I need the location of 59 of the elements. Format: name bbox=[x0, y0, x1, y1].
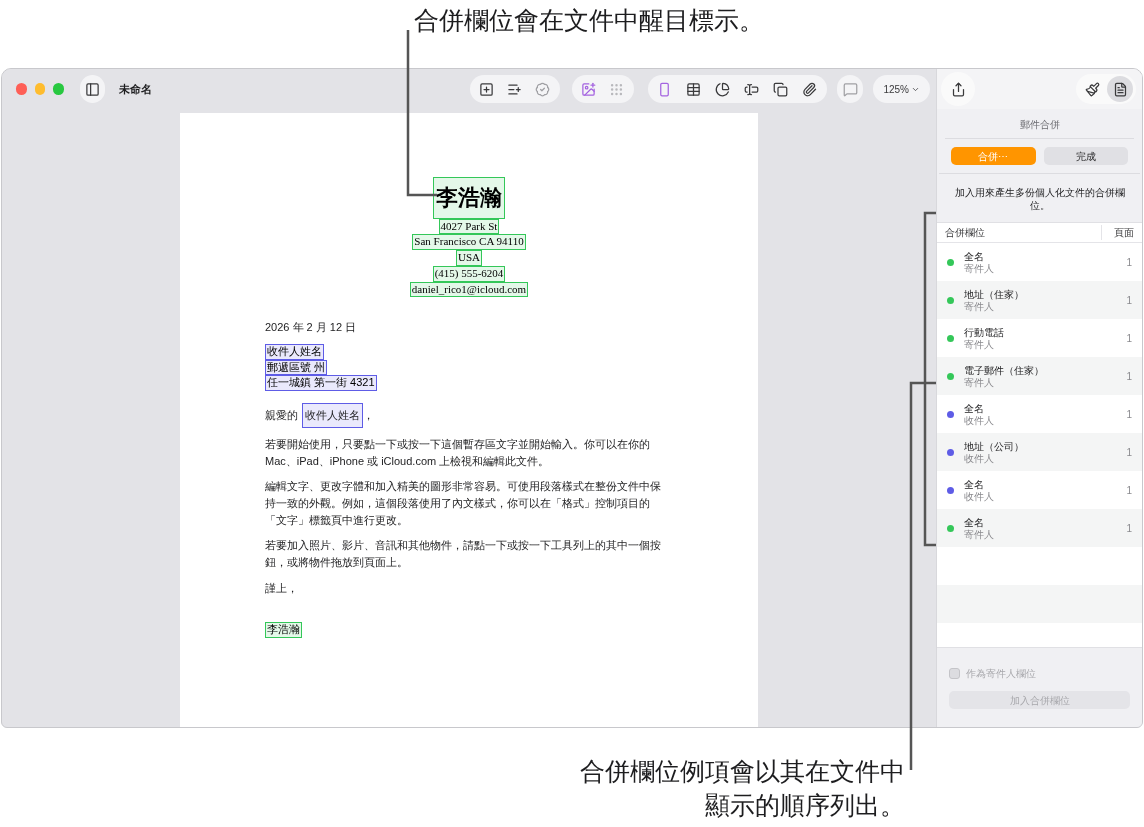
field-source: 收件人 bbox=[964, 490, 994, 502]
page-number: 1 bbox=[1126, 255, 1132, 270]
page-number: 1 bbox=[1126, 407, 1132, 422]
field-source: 收件人 bbox=[964, 414, 994, 426]
body-paragraph: 若要開始使用，只要點一下或按一下這個暫存區文字並開始輸入。你可以在你的 Mac、iPad、iPhone 或 iCloud.com 上檢視和編輯此文件。 bbox=[265, 436, 651, 469]
merge-field[interactable]: 李浩瀚 bbox=[265, 622, 302, 638]
field-name: 全名 bbox=[964, 516, 985, 529]
field-source: 寄件人 bbox=[964, 300, 995, 312]
body-paragraph: 編輯文字、更改字體和加入精美的圖形非常容易。可使用段落樣式在整份文件中保持一致的外觀。例如，這個段落使用了內文樣式，你可以在「格式」控制項目的「文字」標籤頁中進行更改。 bbox=[265, 478, 661, 528]
zoom-menu[interactable]: 125% bbox=[873, 75, 930, 103]
field-name: 行動電話 bbox=[964, 326, 1004, 338]
merge-field[interactable]: San Francisco CA 94110 bbox=[412, 234, 526, 250]
merge-field[interactable]: 收件人姓名 bbox=[302, 403, 363, 428]
field-name: 全名 bbox=[964, 250, 985, 263]
callout-text: 合併欄位例項會以其在文件中顯示的順序列出。 bbox=[579, 756, 905, 821]
column-header: 合併欄位 bbox=[945, 226, 985, 240]
merge-field[interactable]: 李浩瀚 bbox=[433, 177, 505, 219]
panel-description: 加入用來產生多份個人化文件的合併欄位。 bbox=[953, 186, 1126, 213]
field-source: 寄件人 bbox=[964, 528, 994, 540]
merge-field-row[interactable]: 全名 寄件人 1 bbox=[937, 509, 1142, 547]
page-number: 1 bbox=[1126, 521, 1132, 536]
merge-field[interactable]: USA bbox=[456, 250, 482, 266]
merge-field[interactable]: daniel_rico1@icloud.com bbox=[409, 281, 529, 298]
page-number: 1 bbox=[1126, 445, 1132, 460]
merge-field[interactable]: 收件人姓名 bbox=[265, 343, 324, 360]
merge-field[interactable]: 4027 Park St bbox=[438, 218, 500, 235]
merge-field-row[interactable]: 電子郵件（住家） 寄件人 1 bbox=[937, 357, 1142, 395]
field-source: 寄件人 bbox=[964, 376, 995, 388]
greeting-text: 親愛的 bbox=[265, 408, 298, 423]
merge-field-row[interactable]: 地址（公司） 收件人 1 bbox=[937, 433, 1142, 471]
field-source: 寄件人 bbox=[964, 338, 994, 350]
field-name: 地址（公司） bbox=[964, 440, 1024, 453]
closing-text: 謹上， bbox=[265, 580, 299, 596]
document-icon[interactable] bbox=[1107, 76, 1133, 102]
column-header: 頁面 bbox=[1101, 225, 1134, 240]
page-number: 1 bbox=[1126, 483, 1132, 498]
share-icon[interactable] bbox=[941, 72, 975, 106]
merge-field-row[interactable]: 地址（住家） 寄件人 1 bbox=[937, 281, 1142, 319]
date-text: 2026 年 2 月 12 日 bbox=[265, 320, 358, 336]
panel-title: 郵件合併 bbox=[945, 109, 1134, 139]
merge-field[interactable]: 郵遞區號 州 bbox=[265, 359, 328, 376]
window-title: 未命名 bbox=[118, 81, 152, 97]
greeting-text: ， bbox=[363, 408, 374, 423]
field-name: 全名 bbox=[964, 402, 985, 415]
sidebar-toggle-icon[interactable] bbox=[79, 75, 105, 103]
page-number: 1 bbox=[1126, 293, 1132, 308]
field-name: 地址（住家） bbox=[964, 288, 1024, 301]
merge-field[interactable]: 任一城鎮 第一街 4321 bbox=[265, 375, 377, 391]
field-source: 收件人 bbox=[964, 452, 995, 464]
field-source: 寄件人 bbox=[964, 262, 994, 274]
page-number: 1 bbox=[1126, 369, 1132, 384]
field-name: 電子郵件（住家） bbox=[964, 364, 1044, 377]
checkbox-label: 作為寄件人欄位 bbox=[966, 667, 1036, 681]
page-number: 1 bbox=[1126, 331, 1132, 346]
panel-button[interactable]: 完成 bbox=[1043, 147, 1128, 165]
callout-text: 合併欄位會在文件中醒目標示。 bbox=[414, 5, 764, 36]
merge-field[interactable]: (415) 555-6204 bbox=[432, 265, 506, 282]
field-name: 全名 bbox=[964, 478, 985, 491]
body-paragraph: 若要加入照片、影片、音訊和其他物件，請點一下或按一下工具列上的其中一個按鈕，或將物件拖放到頁面上。 bbox=[265, 537, 661, 570]
